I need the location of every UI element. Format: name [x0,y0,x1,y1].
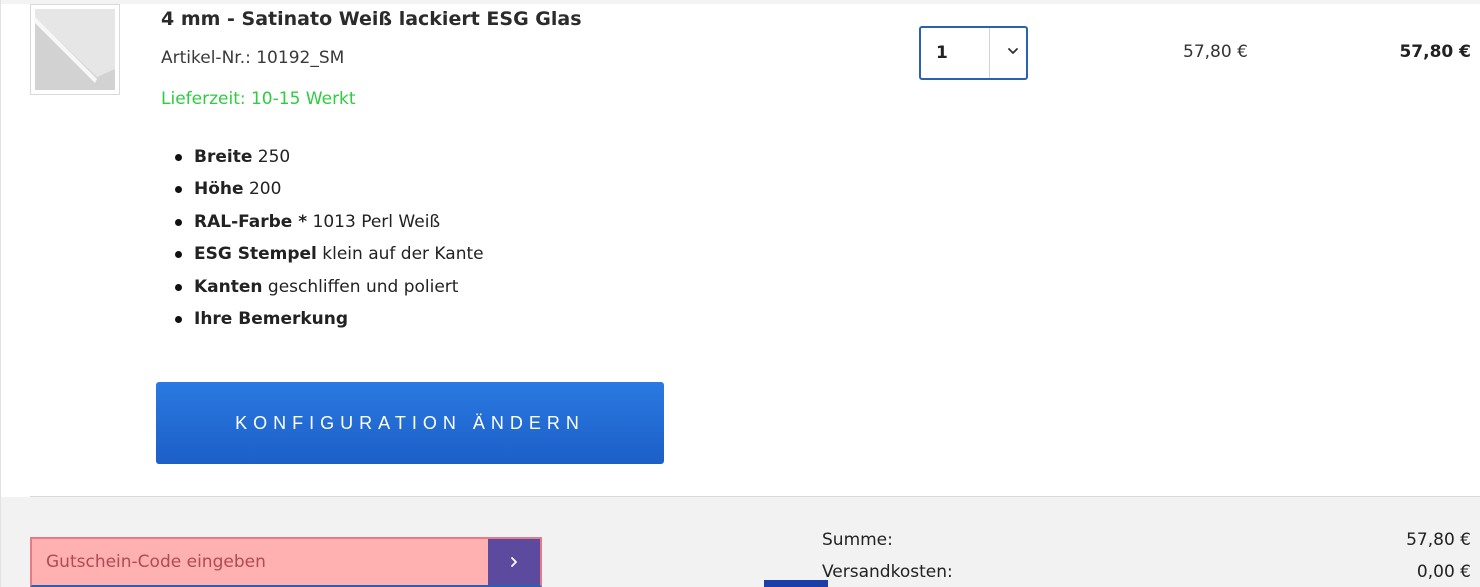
product-attributes-list: Breite 250 Höhe 200 RAL-Farbe * 1013 Per… [175,144,484,338]
shipping-value: 0,00 € [1416,562,1471,582]
subtotal-label: Summe: [822,530,893,550]
attribute-item-kanten: Kanten geschliffen und poliert [175,274,484,306]
attribute-item-breite: Breite 250 [175,144,484,176]
top-border [1,0,1480,4]
attribute-value: 1013 Perl Weiß [312,211,441,232]
bullet-icon [175,251,182,259]
glass-sheet-icon [35,9,115,90]
attribute-item-esg-stempel: ESG Stempel klein auf der Kante [175,241,484,273]
product-image[interactable] [30,4,120,95]
quantity-value: 1 [936,43,948,63]
product-title[interactable]: 4 mm - Satinato Weiß lackiert ESG Glas [161,8,582,30]
attribute-item-ral-farbe: RAL-Farbe * 1013 Perl Weiß [175,209,484,241]
article-number: Artikel-Nr.: 10192_SM [161,48,345,68]
bullet-icon [175,283,182,291]
bullet-icon [175,218,182,226]
attribute-name: ESG Stempel [194,244,317,265]
cart-item-panel: 4 mm - Satinato Weiß lackiert ESG Glas A… [0,0,1480,587]
total-price: 57,80 € [1399,42,1471,62]
bullet-icon [175,315,182,323]
attribute-name: RAL-Farbe * [194,211,308,232]
unit-price: 57,80 € [1183,42,1248,62]
coupon-submit-button[interactable] [488,539,540,585]
attribute-value: geschliffen und poliert [267,276,459,297]
coupon-code-input[interactable] [32,539,490,585]
attribute-name: Höhe [194,179,244,200]
attribute-item-bemerkung: Ihre Bemerkung [175,306,484,338]
partial-button[interactable] [764,580,828,587]
attribute-item-hoehe: Höhe 200 [175,176,484,208]
attribute-value: 250 [257,147,291,167]
subtotal-value: 57,80 € [1406,530,1471,550]
attribute-value: 200 [248,179,282,200]
attribute-name: Ihre Bemerkung [194,308,349,329]
attribute-value: klein auf der Kante [322,244,484,265]
coupon-form [30,537,542,587]
bullet-icon [175,154,182,161]
attribute-name: Kanten [194,276,263,297]
bullet-icon [175,186,182,194]
chevron-right-icon [511,557,517,567]
chevron-down-icon [1008,48,1018,54]
delivery-time: Lieferzeit: 10-15 Werkt [161,89,356,109]
shipping-label: Versandkosten: [822,562,953,582]
attribute-name: Breite [194,147,253,167]
quantity-separator [989,28,990,78]
change-configuration-button[interactable]: KONFIGURATION ÄNDERN [156,382,664,464]
quantity-select[interactable]: 1 [919,26,1028,80]
